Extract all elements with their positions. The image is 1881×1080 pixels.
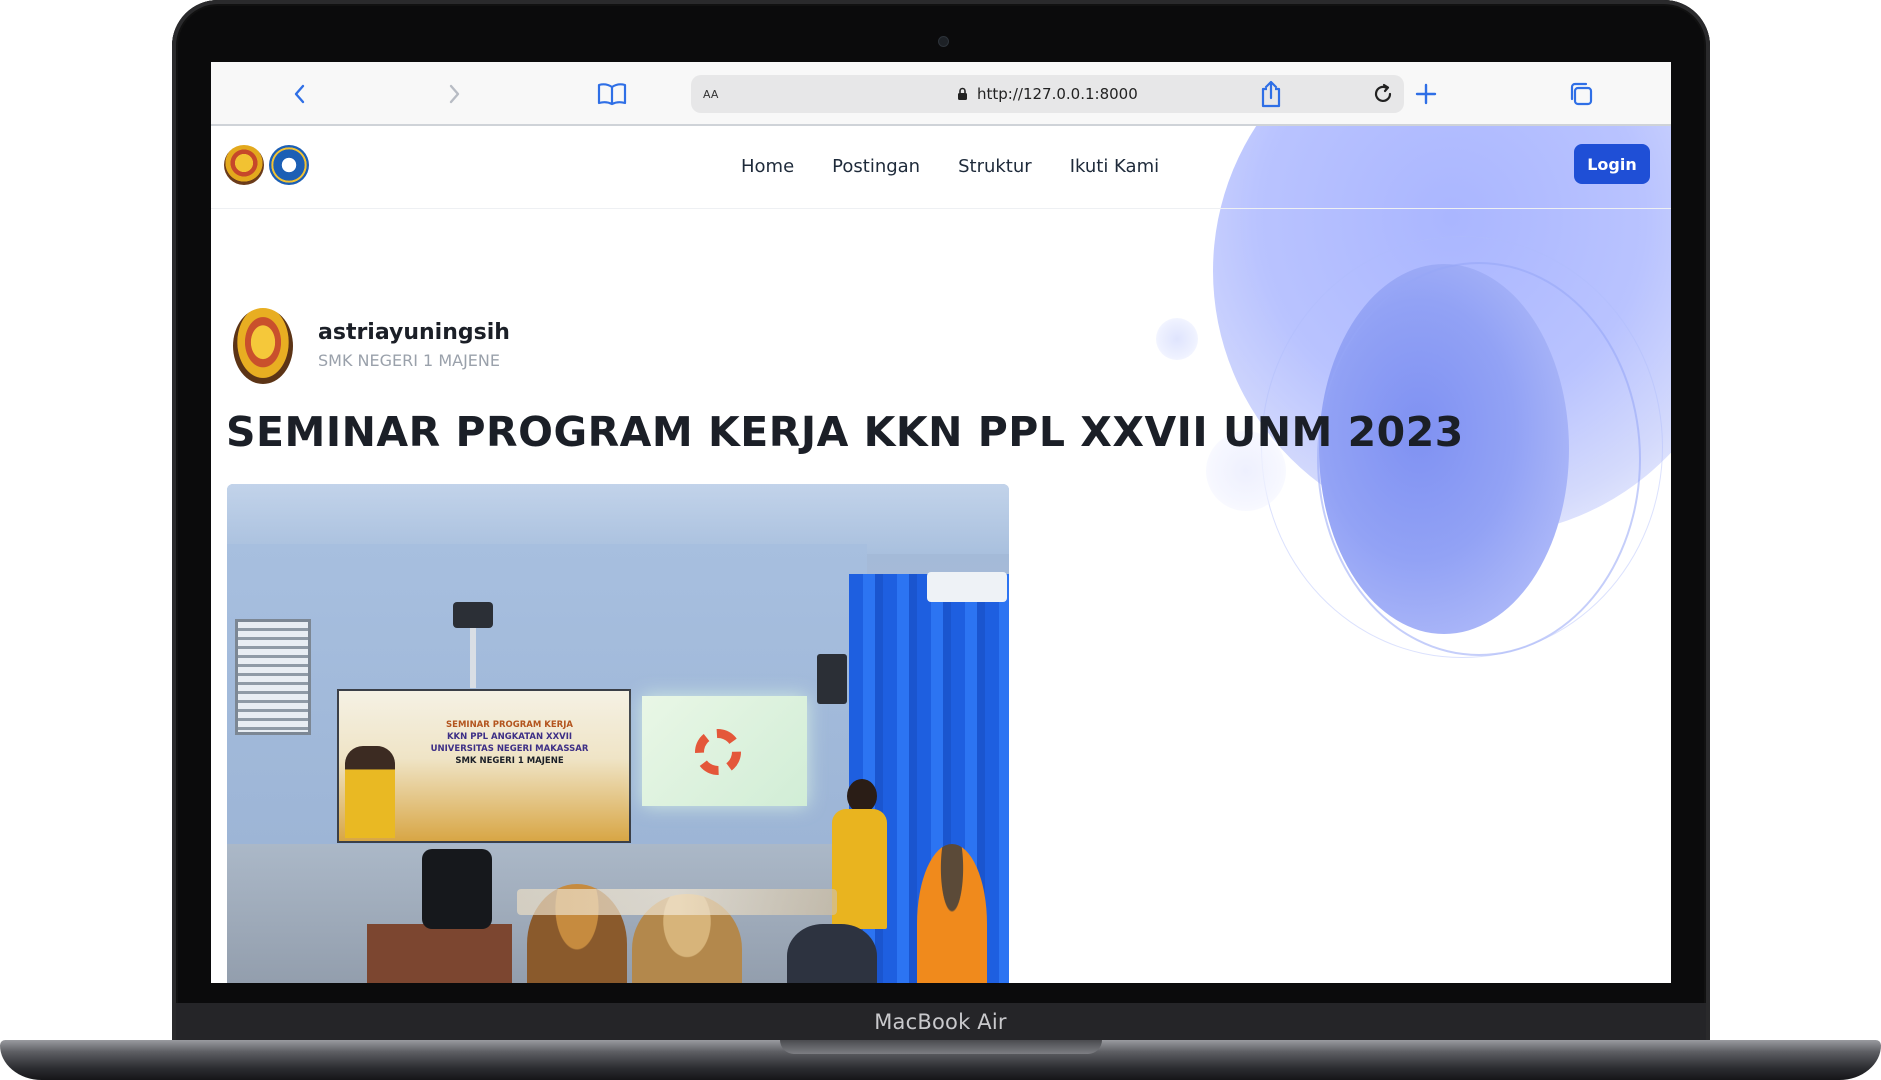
nav-link-ikuti-kami[interactable]: Ikuti Kami: [1070, 156, 1159, 177]
chevron-left-icon: [294, 84, 305, 104]
author-school: SMK NEGERI 1 MAJENE: [318, 351, 500, 370]
tabs-overview-button[interactable]: [1561, 74, 1601, 114]
photo-chair: [422, 849, 492, 929]
screen: AA http://127.0.0.1:8000 Home Postingan …: [211, 62, 1671, 983]
laptop-hinge-notch: [780, 1040, 1102, 1054]
nav-link-struktur[interactable]: Struktur: [958, 156, 1032, 177]
unm-logo[interactable]: [224, 145, 264, 185]
forward-button[interactable]: [434, 74, 474, 114]
bookmarks-button[interactable]: [592, 74, 632, 114]
photo-table-items: [517, 889, 837, 915]
website: Home Postingan Struktur Ikuti Kami Login…: [211, 126, 1671, 983]
chevron-right-icon: [449, 84, 460, 104]
photo-audience-4: [787, 924, 877, 983]
device-label: MacBook Air: [874, 1010, 1007, 1034]
url-display[interactable]: http://127.0.0.1:8000: [691, 85, 1404, 103]
lock-icon: [958, 87, 968, 100]
banner-line-4: SMK NEGERI 1 MAJENE: [455, 756, 564, 766]
author-name[interactable]: astriayuningsih: [318, 320, 510, 345]
reload-icon: [1374, 83, 1392, 103]
new-tab-button[interactable]: [1406, 74, 1446, 114]
nav-links: Home Postingan Struktur Ikuti Kami: [741, 156, 1159, 177]
nav-link-postingan[interactable]: Postingan: [832, 156, 920, 177]
photo-projector-pole: [470, 628, 476, 688]
url-text: http://127.0.0.1:8000: [977, 85, 1138, 103]
banner-line-3: UNIVERSITAS NEGERI MAKASSAR: [430, 744, 589, 754]
photo-projector: [453, 602, 493, 628]
author-avatar[interactable]: [233, 308, 293, 384]
photo-speaker: [817, 654, 847, 704]
book-icon: [597, 83, 627, 106]
photo-banner-person: [345, 746, 395, 838]
nav-link-home[interactable]: Home: [741, 156, 794, 177]
browser-toolbar: AA http://127.0.0.1:8000: [211, 62, 1671, 126]
camera: [938, 36, 949, 47]
photo-projection-graphic: [695, 729, 741, 775]
photo-desk: [367, 924, 512, 983]
plus-icon: [1415, 83, 1437, 105]
post-image[interactable]: SEMINAR PROGRAM KERJA KKN PPL ANGKATAN X…: [227, 484, 1009, 983]
photo-ac-unit: [927, 572, 1007, 602]
post-title: SEMINAR PROGRAM KERJA KKN PPL XXVII UNM …: [226, 408, 1464, 456]
reload-button[interactable]: [1370, 81, 1396, 107]
decor-dot-1: [1156, 318, 1198, 360]
photo-presenter-body: [832, 809, 887, 929]
share-button[interactable]: [1251, 74, 1291, 114]
school-logo[interactable]: [269, 145, 309, 185]
banner-line-1: SEMINAR PROGRAM KERJA: [446, 720, 573, 730]
photo-window: [235, 619, 311, 735]
photo-presenter-head: [847, 779, 877, 813]
photo-banner-text: SEMINAR PROGRAM KERJA KKN PPL ANGKATAN X…: [402, 719, 617, 767]
address-bar[interactable]: AA http://127.0.0.1:8000: [691, 75, 1404, 113]
share-icon: [1261, 80, 1281, 108]
tabs-icon: [1570, 82, 1593, 106]
login-button[interactable]: Login: [1574, 144, 1650, 184]
banner-line-2: KKN PPL ANGKATAN XXVII: [446, 732, 573, 742]
site-navbar: Home Postingan Struktur Ikuti Kami Login: [211, 126, 1671, 209]
back-button[interactable]: [280, 74, 320, 114]
